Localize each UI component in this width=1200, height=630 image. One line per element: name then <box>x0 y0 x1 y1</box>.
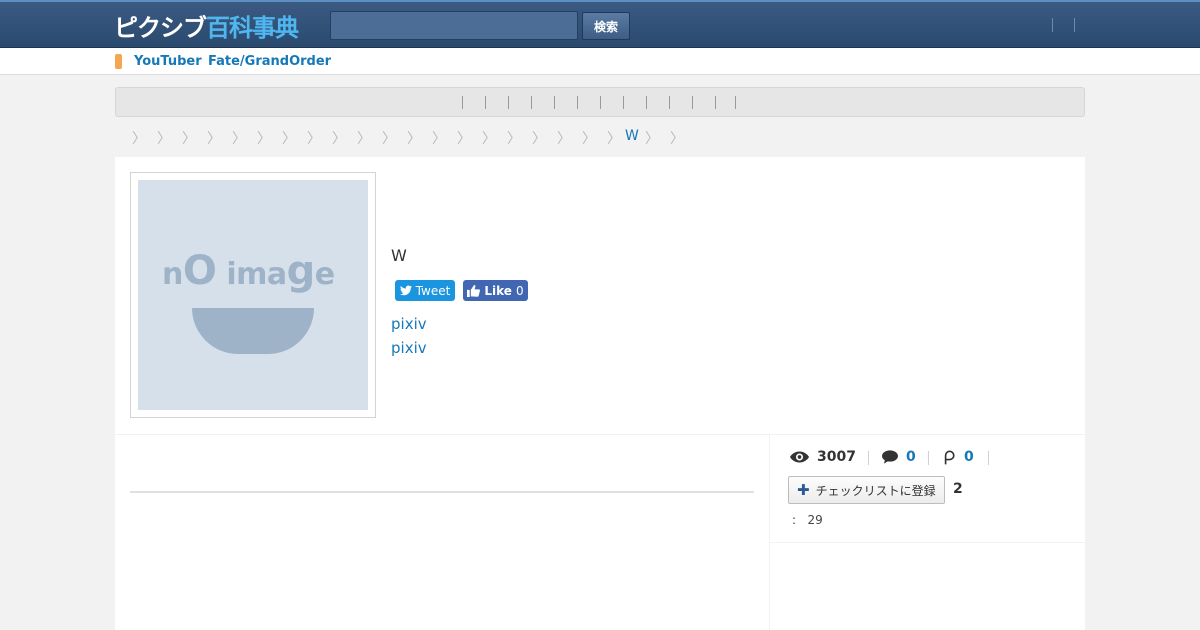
breadcrumb-chevron-icon: 〉 <box>157 131 171 147</box>
trending-link-fgo[interactable]: Fate/GrandOrder <box>208 54 331 69</box>
breadcrumb-chevron-icon: 〉 <box>670 131 684 147</box>
breadcrumb-chevron-icon: 〉 <box>382 131 396 147</box>
facebook-like-button[interactable]: Like 0 <box>463 280 528 301</box>
pin-icon <box>944 450 955 464</box>
trending-bar: YouTuber Fate/GrandOrder <box>0 48 1200 75</box>
breadcrumb-chevron-icon: 〉 <box>182 131 196 147</box>
trending-marker <box>115 54 122 69</box>
section-divider <box>130 491 754 493</box>
article-body <box>115 435 769 630</box>
breadcrumb-chevron-icon: 〉 <box>482 131 496 147</box>
like-count: 0 <box>515 283 524 298</box>
category-divider <box>462 96 463 109</box>
comment-count[interactable]: 0 <box>882 449 916 465</box>
breadcrumb-chevron-icon: 〉 <box>582 131 596 147</box>
checklist-count: 2 <box>953 481 963 497</box>
like-label: Like <box>484 283 512 298</box>
category-divider <box>531 96 532 109</box>
search-input[interactable] <box>330 11 578 40</box>
category-divider <box>577 96 578 109</box>
breadcrumb-chevron-icon: 〉 <box>257 131 271 147</box>
header-divider <box>1052 18 1053 32</box>
pixiv-link[interactable]: pixiv <box>391 315 427 333</box>
category-divider <box>715 96 716 109</box>
pixiv-link[interactable]: pixiv <box>391 339 427 357</box>
breadcrumb-chevron-icon: 〉 <box>557 131 571 147</box>
comment-count-value: 0 <box>906 449 916 465</box>
category-divider <box>485 96 486 109</box>
no-image-text: nO image <box>162 248 335 294</box>
pic-count-value: 0 <box>964 449 974 465</box>
logo-pixiv: ピクシブ <box>114 13 207 42</box>
breadcrumb-chevron-icon: 〉 <box>645 131 659 147</box>
no-image-placeholder: nO image <box>138 180 368 410</box>
category-nav <box>115 87 1085 117</box>
breadcrumb-chevron-icon: 〉 <box>207 131 221 147</box>
view-count-value: 3007 <box>817 449 856 465</box>
category-divider <box>554 96 555 109</box>
breadcrumb-chevron-icon: 〉 <box>232 131 246 147</box>
breadcrumb-current[interactable]: W <box>625 128 639 144</box>
breadcrumb-chevron-icon: 〉 <box>607 131 621 147</box>
breadcrumb-chevron-icon: 〉 <box>307 131 321 147</box>
no-image-smile <box>192 308 314 354</box>
sidebar-panel <box>770 543 1085 630</box>
pic-count[interactable]: 0 <box>942 449 974 465</box>
stat-divider <box>928 451 929 465</box>
breadcrumb: 〉 〉 〉 〉 〉 〉 〉 〉 〉 〉 〉 〉 〉 〉 〉 〉 〉 〉 〉 〉 … <box>115 126 1085 150</box>
meta-label: : <box>792 513 797 527</box>
view-count: 3007 <box>790 449 856 465</box>
plus-icon: ✚ <box>797 481 810 499</box>
stat-divider <box>988 451 989 465</box>
meta-value: 29 <box>807 513 823 527</box>
thumbs-up-icon <box>467 284 481 297</box>
breadcrumb-chevron-icon: 〉 <box>357 131 371 147</box>
article-thumbnail: nO image <box>130 172 376 418</box>
category-divider <box>623 96 624 109</box>
category-divider <box>600 96 601 109</box>
eye-icon <box>790 451 809 463</box>
breadcrumb-chevron-icon: 〉 <box>432 131 446 147</box>
article-title: W <box>391 246 407 265</box>
category-divider <box>692 96 693 109</box>
breadcrumb-chevron-icon: 〉 <box>332 131 346 147</box>
category-divider <box>508 96 509 109</box>
category-divider <box>669 96 670 109</box>
add-to-checklist-button[interactable]: ✚ チェックリストに登録 <box>788 476 945 504</box>
stat-divider <box>868 451 869 465</box>
breadcrumb-chevron-icon: 〉 <box>132 131 146 147</box>
breadcrumb-chevron-icon: 〉 <box>407 131 421 147</box>
tweet-button[interactable]: Tweet <box>395 280 455 301</box>
article-meta: : 29 <box>792 513 823 527</box>
checklist-label: チェックリストに登録 <box>815 483 936 498</box>
site-logo[interactable]: ピクシブ 百科事典 <box>114 8 299 42</box>
breadcrumb-chevron-icon: 〉 <box>282 131 296 147</box>
search-button[interactable]: 検索 <box>582 12 630 40</box>
comment-icon <box>882 450 898 464</box>
category-divider <box>646 96 647 109</box>
trending-link-youtuber[interactable]: YouTuber <box>134 54 202 69</box>
twitter-bird-icon <box>399 285 412 296</box>
breadcrumb-chevron-icon: 〉 <box>457 131 471 147</box>
logo-encyclopedia: 百科事典 <box>206 13 299 42</box>
site-header: ピクシブ 百科事典 検索 <box>0 0 1200 48</box>
breadcrumb-chevron-icon: 〉 <box>532 131 546 147</box>
category-divider <box>735 96 736 109</box>
tweet-label: Tweet <box>415 283 451 298</box>
header-divider <box>1074 18 1075 32</box>
breadcrumb-chevron-icon: 〉 <box>507 131 521 147</box>
